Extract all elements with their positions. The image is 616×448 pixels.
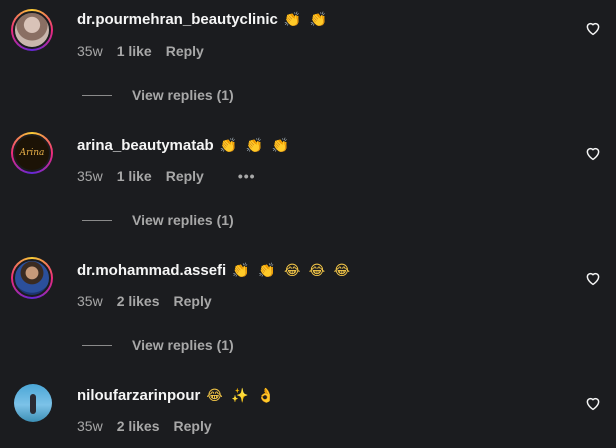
avatar-image: [13, 259, 51, 297]
comment-time: 35w: [77, 418, 103, 434]
comment-text: 👏 👏 👏: [219, 137, 291, 154]
comment-username[interactable]: dr.pourmehran_beautyclinic: [77, 11, 278, 28]
avatar[interactable]: [14, 384, 52, 422]
avatar[interactable]: Arina: [11, 132, 53, 174]
view-replies-label: View replies (1): [132, 337, 234, 353]
avatar-logo-text: Arina: [19, 148, 45, 158]
reply-button[interactable]: Reply: [174, 418, 212, 434]
comment-time: 35w: [77, 43, 103, 59]
comment-text: 👏 👏 😂 😂 😂: [232, 262, 352, 279]
likes-count[interactable]: 2 likes: [117, 293, 160, 309]
view-replies-label: View replies (1): [132, 212, 234, 228]
comment-time: 35w: [77, 293, 103, 309]
avatar[interactable]: [11, 9, 53, 51]
comment-username[interactable]: dr.mohammad.assefi: [77, 262, 226, 279]
view-replies-label: View replies (1): [132, 87, 234, 103]
comment-username[interactable]: arina_beautymatab: [77, 137, 214, 154]
divider-line: [82, 219, 112, 221]
likes-count[interactable]: 1 like: [117, 168, 152, 184]
reply-button[interactable]: Reply: [166, 43, 204, 59]
likes-count[interactable]: 1 like: [117, 43, 152, 59]
comment-text: 😂 ✨ 👌: [206, 387, 277, 404]
view-replies-button[interactable]: View replies (1): [82, 212, 234, 228]
view-replies-button[interactable]: View replies (1): [82, 87, 234, 103]
view-replies-button[interactable]: View replies (1): [82, 337, 234, 353]
comment-thread: dr.pourmehran_beautyclinic 👏 👏 35w 1 lik…: [0, 0, 616, 448]
avatar-image: Arina: [13, 134, 51, 172]
divider-line: [82, 94, 112, 96]
divider-line: [82, 344, 112, 346]
heart-outline-icon[interactable]: [584, 269, 602, 287]
heart-outline-icon[interactable]: [584, 19, 602, 37]
heart-outline-icon[interactable]: [584, 144, 602, 162]
avatar[interactable]: [11, 257, 53, 299]
avatar-image: [13, 11, 51, 49]
comment-username[interactable]: niloufarzarinpour: [77, 387, 200, 404]
comment-text: 👏 👏: [283, 11, 330, 28]
heart-outline-icon[interactable]: [584, 394, 602, 412]
likes-count[interactable]: 2 likes: [117, 418, 160, 434]
reply-button[interactable]: Reply: [174, 293, 212, 309]
reply-button[interactable]: Reply: [166, 168, 204, 184]
comment-time: 35w: [77, 168, 103, 184]
more-options-icon[interactable]: •••: [238, 168, 256, 184]
